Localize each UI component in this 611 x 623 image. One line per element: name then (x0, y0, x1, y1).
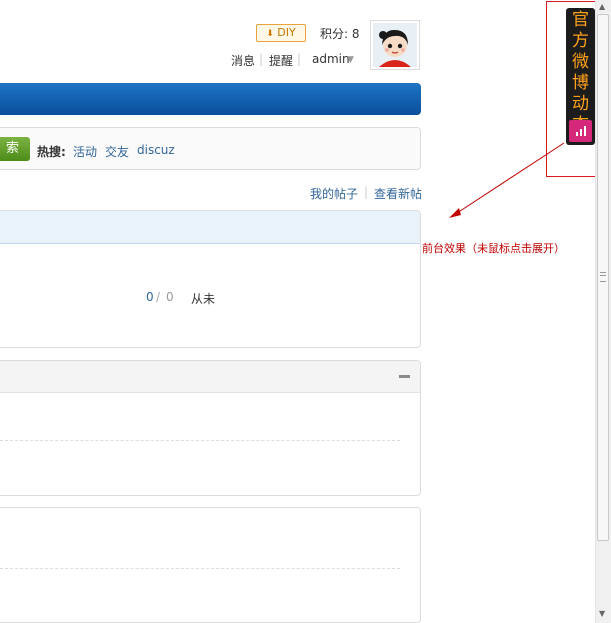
grip-icon (600, 275, 606, 276)
separator: | (364, 185, 369, 199)
forum-group-panel (0, 507, 421, 623)
separator: | (297, 52, 302, 66)
last-post-text: 从未 (191, 292, 216, 306)
stat-separator: / (156, 290, 161, 304)
username-link[interactable]: admin (312, 52, 350, 66)
scroll-up-icon[interactable]: ▲ (599, 2, 605, 11)
diy-label: DIY (277, 26, 296, 39)
my-posts-link[interactable]: 我的帖子 (310, 185, 358, 202)
divider (0, 440, 400, 441)
hot-search-link[interactable]: discuz (137, 143, 175, 157)
chevron-down-icon[interactable]: ▼ (347, 55, 354, 65)
new-posts-link[interactable]: 查看新帖 (374, 185, 422, 202)
search-button[interactable]: 索 (0, 137, 30, 161)
forum-group-panel (0, 360, 421, 496)
forum-list-panel (0, 210, 421, 348)
download-arrow-icon: ⬇ (266, 29, 274, 39)
weibo-widget-tab[interactable]: 官方微博动态 (566, 8, 595, 145)
avatar-image (373, 23, 417, 67)
hot-search-link[interactable]: 活动 (73, 143, 97, 160)
grip-icon (600, 272, 606, 282)
signal-icon (569, 120, 592, 142)
hot-search-label: 热搜: (37, 145, 66, 159)
divider (0, 568, 400, 569)
reminders-link[interactable]: 提醒 (269, 52, 293, 69)
scroll-down-icon[interactable]: ▼ (599, 609, 605, 618)
credits-link[interactable]: 积分: 8 (320, 25, 360, 42)
annotation-caption: 前台效果（未鼠标点击展开） (422, 242, 565, 255)
annotation-arrow-icon (449, 142, 565, 218)
weibo-widget-label: 官方微博动态 (572, 10, 589, 135)
panel-header (0, 361, 420, 393)
today-post-count: 0 (146, 290, 154, 304)
messages-link[interactable]: 消息 (231, 52, 255, 69)
avatar-cartoon-icon (373, 23, 417, 67)
hot-search-link[interactable]: 交友 (105, 143, 129, 160)
separator: | (259, 52, 264, 66)
main-nav-bar (0, 83, 421, 115)
diy-button[interactable]: ⬇ DIY (256, 24, 306, 42)
avatar[interactable] (370, 20, 420, 70)
panel-header (0, 211, 420, 244)
total-post-count: 0 (166, 290, 174, 304)
collapse-icon[interactable] (399, 375, 410, 378)
